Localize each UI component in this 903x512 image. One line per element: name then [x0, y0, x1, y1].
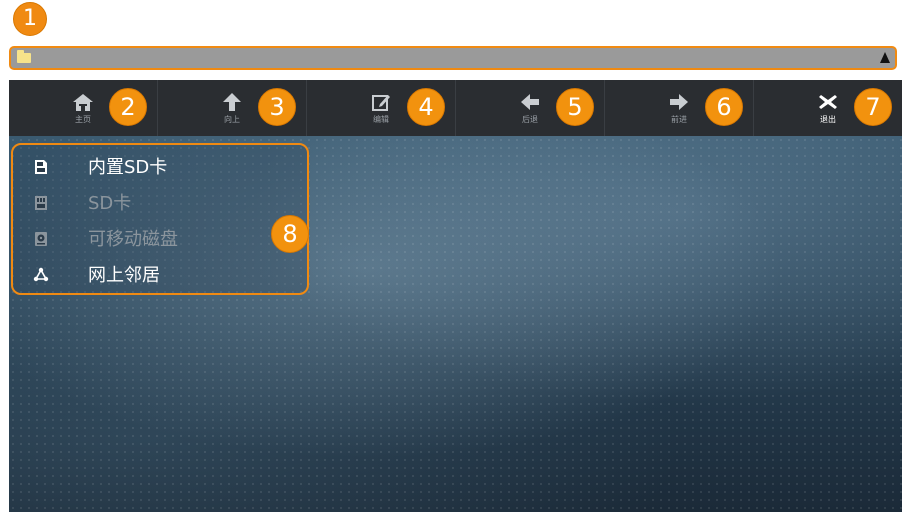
back-label: 后退 [522, 115, 538, 124]
drive-item-removable[interactable]: 可移动磁盘 [13, 225, 263, 255]
forward-label: 前进 [671, 115, 687, 124]
drive-label-internal-sd: 内置SD卡 [88, 157, 168, 178]
drive-item-sd[interactable]: SD卡 [13, 189, 263, 219]
annotation-badge-1: 1 [13, 2, 47, 36]
triangle-up-icon[interactable] [880, 52, 890, 63]
up-label: 向上 [224, 115, 240, 124]
annotation-badge-2: 2 [109, 88, 147, 126]
annotation-badge-7: 7 [854, 88, 892, 126]
annotation-badge-6: 6 [705, 88, 743, 126]
annotation-badge-3: 3 [258, 88, 296, 126]
arrow-right-icon [670, 94, 688, 110]
close-icon [819, 95, 837, 109]
file-manager-screen: 1 主页 2 向上 3 编辑 4 后退 5 前进 6 退出 7 内置SD卡 SD… [0, 0, 903, 512]
folder-icon [17, 50, 31, 63]
arrow-left-icon [521, 94, 539, 110]
path-bar[interactable] [9, 46, 897, 70]
back-button[interactable]: 后退 5 [456, 80, 605, 136]
drive-label-sd: SD卡 [88, 193, 132, 214]
drive-label-removable: 可移动磁盘 [88, 229, 178, 250]
drive-label-network: 网上邻居 [88, 265, 160, 286]
sd-card-icon [35, 196, 47, 210]
annotation-badge-8: 8 [271, 215, 309, 253]
exit-button[interactable]: 退出 7 [754, 80, 902, 136]
forward-button[interactable]: 前进 6 [605, 80, 754, 136]
up-button[interactable]: 向上 3 [158, 80, 307, 136]
edit-button[interactable]: 编辑 4 [307, 80, 456, 136]
arrow-up-icon [223, 93, 241, 111]
drive-list: 内置SD卡 SD卡 可移动磁盘 网上邻居 8 [11, 143, 309, 295]
home-icon [73, 94, 93, 111]
home-button[interactable]: 主页 2 [9, 80, 158, 136]
exit-label: 退出 [820, 115, 836, 124]
annotation-badge-5: 5 [556, 88, 594, 126]
network-icon [33, 267, 49, 282]
removable-disk-icon [35, 232, 47, 246]
drive-item-network[interactable]: 网上邻居 [13, 261, 263, 291]
home-label: 主页 [75, 115, 91, 124]
drive-item-internal-sd[interactable]: 内置SD卡 [13, 153, 263, 183]
edit-label: 编辑 [373, 115, 389, 124]
edit-icon [372, 95, 390, 111]
sd-card-icon [35, 160, 47, 174]
toolbar: 主页 2 向上 3 编辑 4 后退 5 前进 6 退出 7 [9, 80, 902, 136]
annotation-badge-4: 4 [407, 88, 445, 126]
